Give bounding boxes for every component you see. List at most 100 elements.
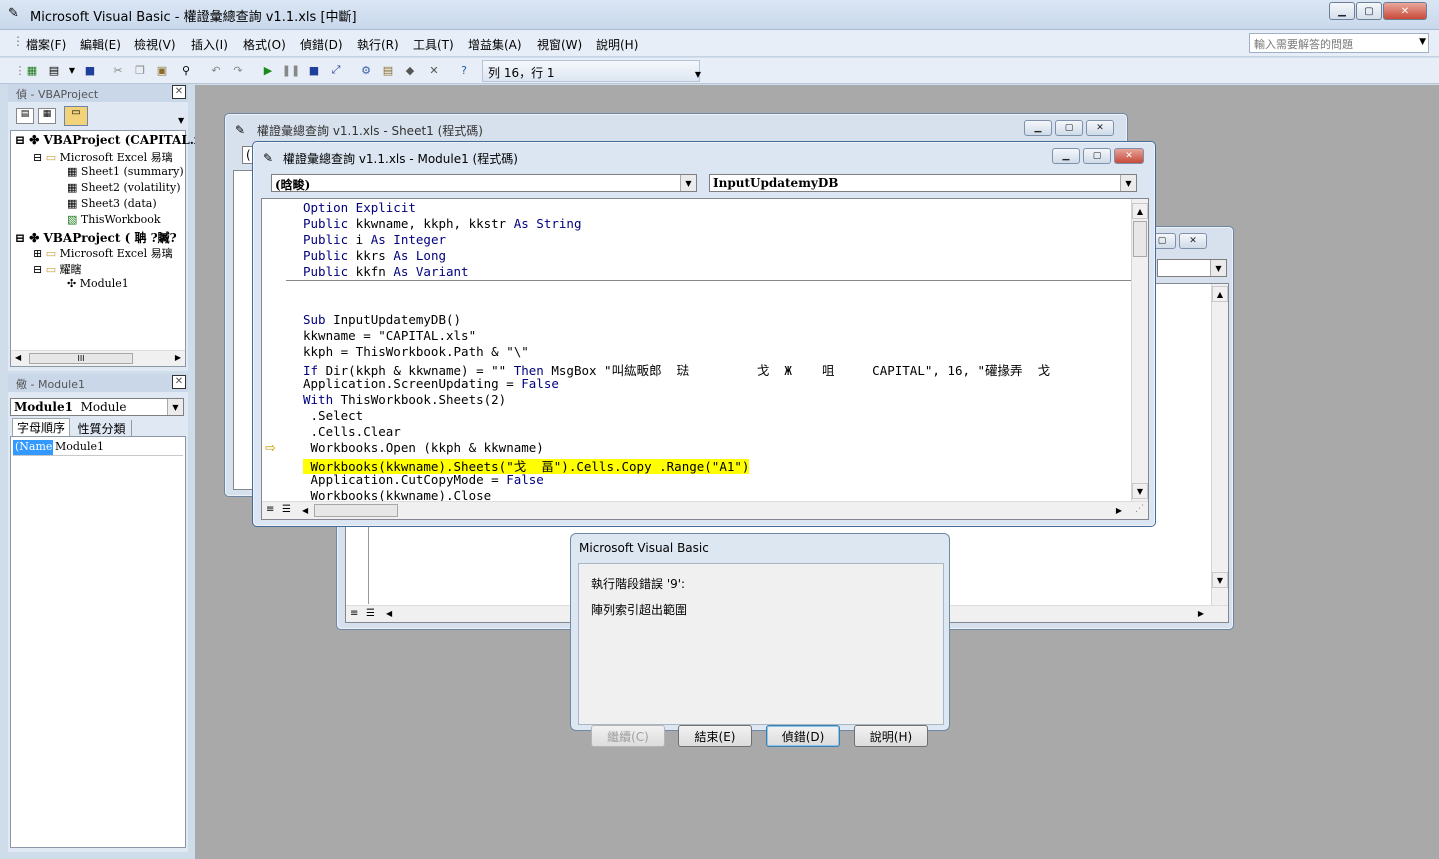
project-tree-hscrollbar[interactable]: ◀ III ▶ [11, 350, 185, 366]
scroll-down-icon[interactable]: ▼ [1132, 483, 1148, 499]
tree-node-modules[interactable]: ⊟ ▭ 耀瞎 [33, 261, 82, 277]
debug-button[interactable]: 偵錯(D) [766, 725, 840, 747]
view-object-icon[interactable]: ▦ [38, 108, 56, 124]
procedure-view-icon[interactable]: ≡ [266, 504, 274, 515]
code-line[interactable]: Public kkwname, kkph, kkstr As String [303, 216, 581, 231]
menu-view[interactable]: 檢視(V) [134, 36, 176, 53]
hscroll-thumb[interactable] [314, 504, 398, 517]
procedure-select[interactable]: InputUpdatemyDB ▼ [709, 174, 1137, 192]
scroll-left-icon[interactable]: ◀ [15, 353, 21, 362]
copy-icon[interactable]: ❐ [132, 62, 148, 78]
code-line[interactable]: .Cells.Clear [303, 424, 401, 439]
end-button[interactable]: 結束(E) [678, 725, 752, 747]
toolbox-icon[interactable]: ✕ [426, 62, 442, 78]
code-line[interactable]: Public kkfn As Variant [303, 264, 469, 279]
toolbar-options-icon[interactable]: ▼ [690, 66, 706, 82]
paste-icon[interactable]: ▣ [154, 62, 170, 78]
scroll-right-icon[interactable]: ▶ [1198, 609, 1204, 618]
tree-node-excel-objects[interactable]: ⊟ ▭ Microsoft Excel 易璃 [33, 149, 173, 165]
code-line[interactable]: Application.CutCopyMode = False [303, 472, 544, 487]
tab-alphabetic[interactable]: 字母順序 [12, 418, 70, 436]
scroll-left-icon[interactable]: ◀ [302, 506, 308, 515]
scroll-thumb[interactable] [1133, 221, 1147, 257]
pane-toolbar-more-icon[interactable]: ▼ [178, 116, 184, 125]
module1-maximize-button[interactable]: ▢ [1083, 148, 1111, 164]
help-button[interactable]: 說明(H) [854, 725, 928, 747]
scroll-left-icon[interactable]: ◀ [386, 609, 392, 618]
full-module-view-icon[interactable]: ☰ [282, 504, 291, 515]
scroll-right-icon[interactable]: ▶ [175, 353, 181, 362]
code-line[interactable]: .Select [303, 408, 364, 423]
properties-object-select[interactable]: Module1 Module ▼ [10, 398, 184, 416]
tree-node-module1[interactable]: ✣ Module1 [67, 277, 129, 290]
code-line[interactable]: Public kkrs As Long [303, 248, 446, 263]
break-icon[interactable]: ❚❚ [282, 62, 300, 78]
code-line[interactable]: Public i As Integer [303, 232, 446, 247]
menu-debug[interactable]: 偵錯(D) [300, 36, 343, 53]
sheet1-maximize-button[interactable]: ▢ [1055, 120, 1083, 136]
undo-icon[interactable]: ↶ [208, 62, 224, 78]
scroll-up-icon[interactable]: ▲ [1212, 286, 1228, 302]
project-explorer-icon[interactable]: ⚙ [358, 62, 374, 78]
menu-insert[interactable]: 插入(I) [191, 36, 228, 53]
scroll-right-icon[interactable]: ▶ [1116, 506, 1122, 515]
project-pane-close-button[interactable]: ✕ [172, 85, 186, 99]
menu-edit[interactable]: 編輯(E) [80, 36, 121, 53]
menu-tools[interactable]: 工具(T) [413, 36, 454, 53]
redo-icon[interactable]: ↷ [230, 62, 246, 78]
object-select[interactable]: (晗畯) ▼ [271, 174, 697, 192]
module1-vscrollbar[interactable]: ▲ ▼ [1131, 199, 1148, 501]
toggle-folders-icon[interactable]: ▭ [64, 106, 88, 126]
procedure-view-icon[interactable]: ≡ [350, 608, 358, 619]
view-code-icon[interactable]: ▤ [16, 108, 34, 124]
code-line[interactable]: With ThisWorkbook.Sheets(2) [303, 392, 506, 407]
help-icon[interactable]: ? [456, 62, 472, 78]
chevron-down-icon[interactable]: ▼ [1120, 175, 1136, 191]
chevron-down-icon[interactable]: ▼ [167, 399, 183, 415]
object-browser-icon[interactable]: ◆ [402, 62, 418, 78]
full-module-view-icon[interactable]: ☰ [366, 608, 375, 619]
scroll-down-icon[interactable]: ▼ [1212, 572, 1228, 588]
module1-close-button[interactable]: ✕ [1114, 148, 1144, 164]
tab-categorized[interactable]: 性質分類 [72, 420, 132, 436]
code-line[interactable]: Application.ScreenUpdating = False [303, 376, 559, 391]
view-excel-icon[interactable]: ▦ [24, 62, 40, 78]
third-vscrollbar[interactable]: ▲ ▼ [1211, 284, 1228, 606]
continue-button[interactable]: 繼續(C) [591, 725, 665, 747]
tree-node-vbaproject-2[interactable]: ⊟ ✤ VBAProject ( 聃 ?贓? [15, 229, 177, 246]
insert-module-icon[interactable]: ▤ [46, 62, 62, 78]
module1-code-editor[interactable]: ⇨ Option Explicit Public kkwname, kkph, k… [261, 198, 1149, 520]
code-line[interactable]: kkph = ThisWorkbook.Path & "\" [303, 344, 529, 359]
property-row-name[interactable]: (Name) Module1 [13, 440, 183, 456]
scroll-up-icon[interactable]: ▲ [1132, 203, 1148, 219]
run-icon[interactable]: ▶ [260, 62, 276, 78]
save-icon[interactable]: ■ [82, 62, 98, 78]
tree-node-sheet3[interactable]: ▦ Sheet3 (data) [67, 197, 157, 210]
menu-file[interactable]: 檔案(F) [26, 36, 66, 53]
module1-hscrollbar[interactable]: ≡ ☰ ◀ ▶ ⋰ [262, 501, 1148, 519]
menu-addins[interactable]: 增益集(A) [468, 36, 522, 53]
chevron-down-icon[interactable]: ▼ [680, 175, 696, 191]
sheet1-close-button[interactable]: ✕ [1086, 120, 1114, 136]
code-line[interactable]: kkwname = "CAPITAL.xls" [303, 328, 476, 343]
third-proc-select[interactable]: ▼ [1157, 259, 1227, 277]
menu-help[interactable]: 說明(H) [596, 36, 638, 53]
insert-dropdown-icon[interactable]: ▼ [64, 62, 80, 78]
design-mode-icon[interactable]: ⤢ [328, 62, 344, 78]
module1-code-window[interactable]: ✎ 權證彙總查詢 v1.1.xls - Module1 (程式碼) ▁ ▢ ✕ … [252, 141, 1156, 527]
resize-grip-icon[interactable]: ⋰ [1135, 504, 1144, 514]
tree-node-sheet2[interactable]: ▦ Sheet2 (volatility) [67, 181, 181, 194]
scroll-thumb[interactable]: III [29, 353, 133, 364]
menu-window[interactable]: 視窗(W) [537, 36, 582, 53]
sheet1-minimize-button[interactable]: ▁ [1024, 120, 1052, 136]
tree-node-vbaproject-capital[interactable]: ⊟ ✤ VBAProject (CAPITAL.xls) [15, 133, 218, 147]
menu-format[interactable]: 格式(O) [243, 36, 286, 53]
third-close-button[interactable]: ✕ [1179, 233, 1207, 249]
tree-node-sheet1[interactable]: ▦ Sheet1 (summary) [67, 165, 184, 178]
property-value-cell[interactable]: Module1 [55, 440, 104, 453]
minimize-button[interactable]: ▁ [1329, 2, 1355, 20]
tree-node-thisworkbook[interactable]: ▧ ThisWorkbook [67, 213, 161, 226]
maximize-button[interactable]: ▢ [1356, 2, 1382, 20]
reset-icon[interactable]: ■ [306, 62, 322, 78]
tree-node-excel-objects-2[interactable]: ⊞ ▭ Microsoft Excel 易璃 [33, 245, 173, 261]
